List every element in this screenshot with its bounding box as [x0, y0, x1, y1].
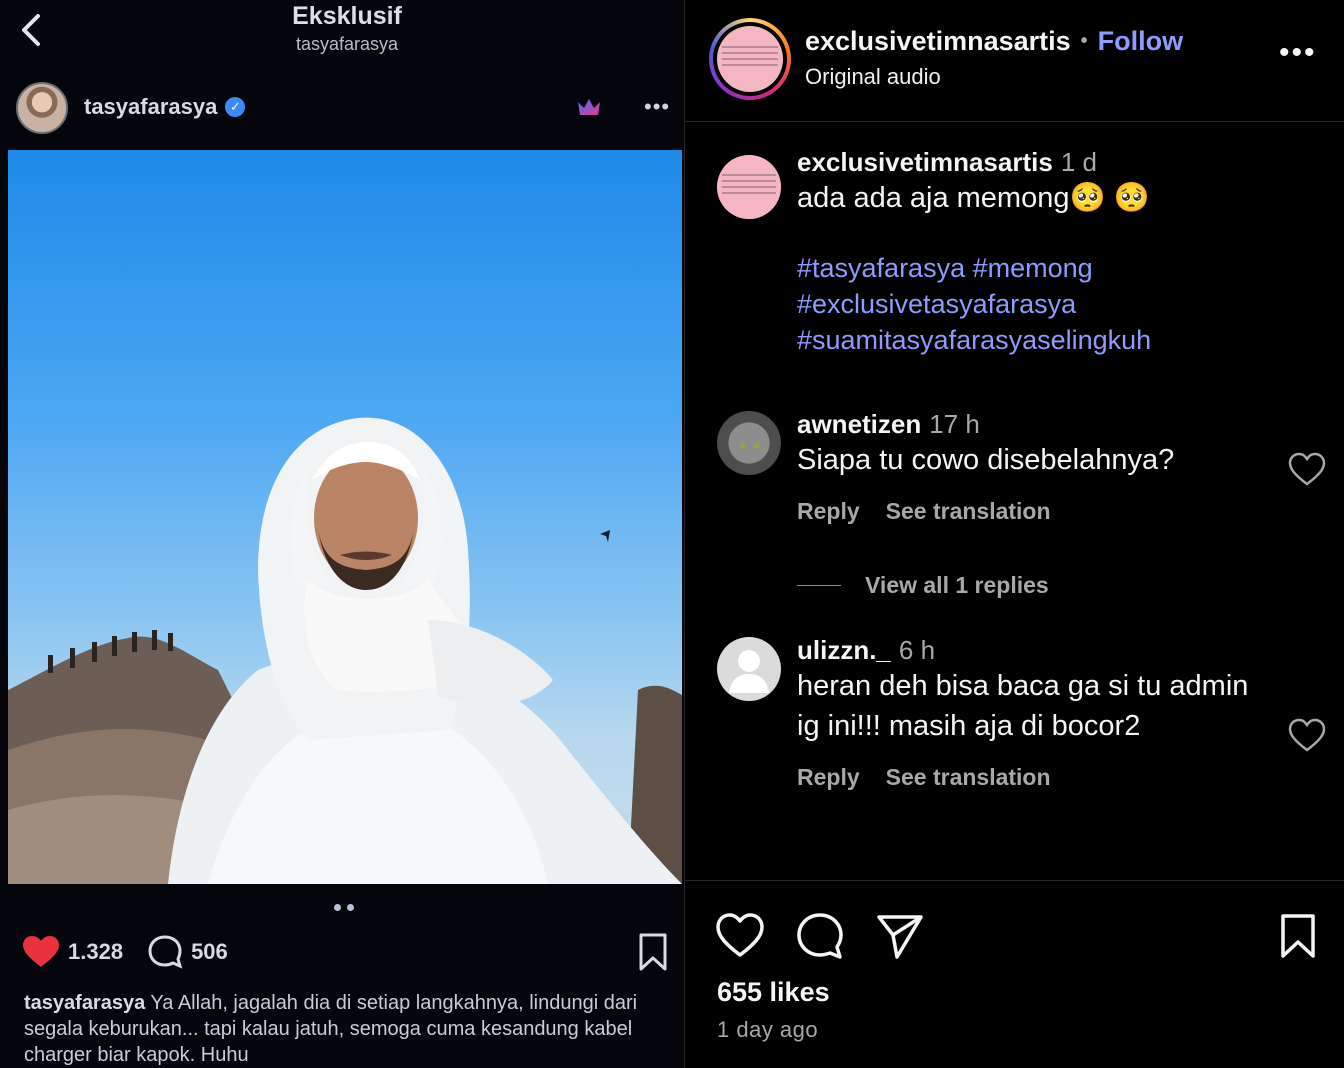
- save-bookmark-icon[interactable]: [1273, 911, 1323, 961]
- caption-header: exclusivetimnasartis 1 d: [797, 147, 1267, 178]
- verified-badge-icon: ✓: [225, 97, 246, 117]
- comment-actions: Reply See translation: [797, 764, 1257, 791]
- see-translation-button[interactable]: See translation: [886, 498, 1051, 525]
- share-send-icon[interactable]: [875, 911, 925, 961]
- header-username[interactable]: exclusivetimnasartis: [805, 26, 1071, 57]
- comment-username[interactable]: awnetizen: [797, 409, 921, 439]
- embedded-comment-count: 506: [191, 939, 228, 964]
- embedded-bookmark-icon: [639, 933, 667, 971]
- post-timestamp: 1 day ago: [717, 1017, 819, 1042]
- comment-time: 17 h: [929, 409, 980, 439]
- separator-dot: •: [1080, 30, 1088, 52]
- comment-actions: Reply See translation: [797, 498, 1267, 525]
- comment-header: awnetizen 17 h: [797, 409, 1267, 440]
- embedded-caption: tasyafarasya Ya Allah, jagalah dia di se…: [24, 990, 644, 1068]
- reply-button[interactable]: Reply: [797, 764, 860, 791]
- hashtag-link[interactable]: #tasyafarasya #memong: [797, 250, 1267, 286]
- like-heart-icon[interactable]: [715, 911, 765, 961]
- embedded-post-photo: [8, 150, 682, 884]
- caption-hashtags: #tasyafarasya #memong #exclusivetasyafar…: [797, 250, 1267, 358]
- follow-button[interactable]: Follow: [1098, 26, 1183, 57]
- commenter-avatar[interactable]: [717, 411, 781, 475]
- more-options-icon[interactable]: •••: [1279, 38, 1317, 68]
- embedded-username-row: tasyafarasya ✓: [84, 94, 246, 120]
- hashtag-link[interactable]: #suamitasyafarasyaselingkuh: [797, 322, 1267, 358]
- instagram-post-panel: exclusivetimnasartis • Follow Original a…: [684, 0, 1344, 1068]
- embedded-caption-user: tasyafarasya: [24, 992, 146, 1014]
- account-avatar: [717, 26, 783, 92]
- view-replies-label: View all 1 replies: [865, 572, 1049, 598]
- caption-text: ada ada aja memong🥺 🥺: [797, 182, 1150, 214]
- embedded-post-screenshot: Eksklusif tasyafarasya tasyafarasya ✓ ••…: [0, 0, 684, 1068]
- likes-count[interactable]: 655 likes: [717, 977, 830, 1008]
- view-replies-button[interactable]: View all 1 replies: [797, 572, 1049, 599]
- header-user-row: exclusivetimnasartis • Follow: [805, 26, 1183, 57]
- reply-button[interactable]: Reply: [797, 498, 860, 525]
- embedded-heart-filled-icon: [23, 936, 59, 967]
- carousel-dot: [334, 904, 341, 911]
- post-header: exclusivetimnasartis • Follow Original a…: [685, 0, 1344, 122]
- embedded-header-subtitle: tasyafarasya: [295, 34, 399, 54]
- comment-text: heran deh bisa baca ga si tu admin ig in…: [797, 670, 1249, 742]
- crown-icon: [578, 99, 600, 115]
- caption-avatar[interactable]: [717, 155, 781, 219]
- carousel-dot: [347, 904, 354, 911]
- embedded-comment-icon: [148, 935, 183, 969]
- commenter-avatar-default-icon[interactable]: [717, 637, 781, 701]
- comment-header: ulizzn._ 6 h: [797, 635, 1257, 666]
- story-ring[interactable]: [709, 18, 791, 100]
- comment-like-heart-icon[interactable]: [1287, 451, 1327, 487]
- comments-list[interactable]: exclusivetimnasartis 1 d ada ada aja memo…: [685, 123, 1344, 880]
- embedded-more-icon: •••: [644, 94, 671, 119]
- carousel-indicator: [334, 904, 354, 911]
- comment-username[interactable]: ulizzn._: [797, 635, 891, 665]
- post-footer: 655 likes 1 day ago: [685, 880, 1344, 1068]
- comment-time: 6 h: [898, 635, 936, 665]
- caption-time: 1 d: [1060, 147, 1097, 177]
- replies-divider-line: [797, 585, 841, 586]
- comment-like-heart-icon[interactable]: [1287, 717, 1327, 753]
- comment-text: Siapa tu cowo disebelahnya?: [797, 444, 1175, 476]
- embedded-action-bar: 1.328 506: [22, 930, 252, 974]
- see-translation-button[interactable]: See translation: [886, 764, 1051, 791]
- embedded-like-count: 1.328: [68, 939, 124, 964]
- original-audio-link[interactable]: Original audio: [805, 64, 941, 90]
- embedded-header-title: Eksklusif: [292, 2, 402, 30]
- caption-username[interactable]: exclusivetimnasartis: [797, 147, 1053, 177]
- embedded-avatar: [16, 82, 68, 134]
- hashtag-link[interactable]: #exclusivetasyafarasya: [797, 286, 1267, 322]
- comment-icon[interactable]: [795, 911, 845, 961]
- embedded-username: tasyafarasya: [84, 94, 218, 119]
